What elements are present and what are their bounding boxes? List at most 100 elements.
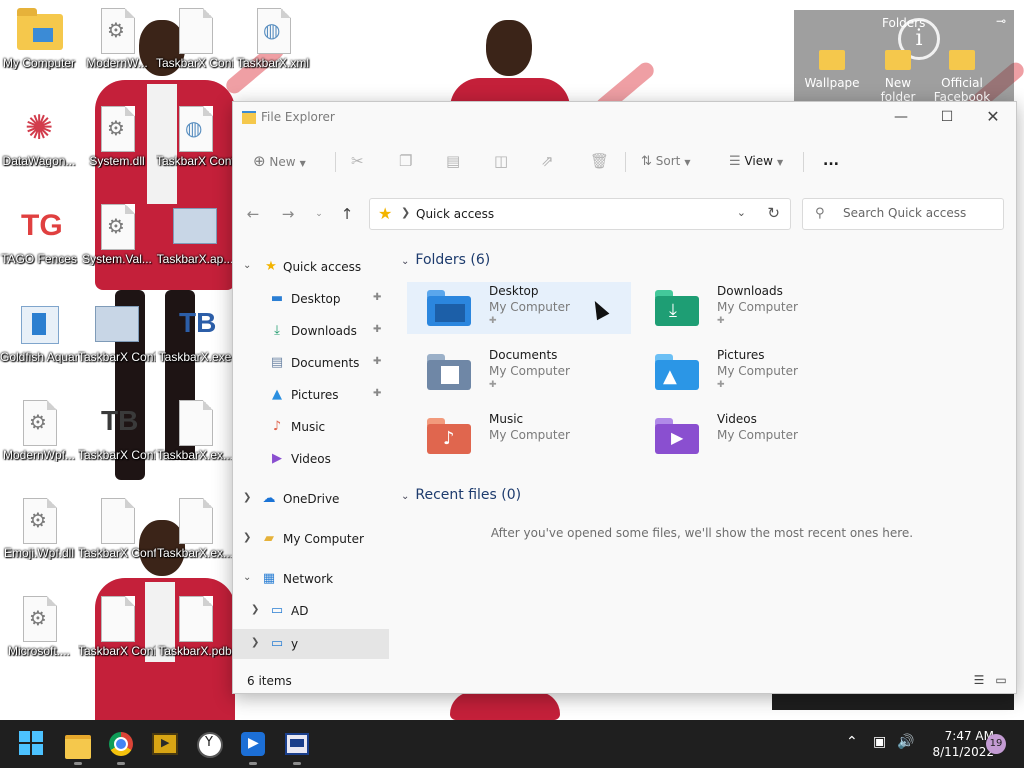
nav-item-network[interactable]: ⌄ ▦ Network (233, 564, 389, 594)
nav-item-desktop[interactable]: ▬ Desktop ✚ (233, 284, 389, 314)
nav-item-documents[interactable]: ▤ Documents ✚ (233, 348, 389, 378)
nav-item-quick-access[interactable]: ⌄ ★ Quick access (233, 252, 389, 282)
desktop-icon-goldfish[interactable]: Goldfish Aquarium 2.0 (0, 302, 78, 364)
desktop-icon-taskbarx-config-1[interactable]: TaskbarX Configurat... (156, 8, 234, 70)
wallpaper-figure (440, 20, 620, 118)
chevron-down-icon[interactable]: ⌄ (243, 260, 251, 271)
search-box[interactable]: ⚲ (802, 198, 1004, 230)
start-button[interactable] (18, 730, 46, 758)
desktop-icon-taskbarx-exe[interactable]: TB TaskbarX.exe (156, 302, 234, 365)
pin-icon[interactable]: ⊸ (996, 14, 1006, 28)
recent-files-section-header[interactable]: ⌄ Recent files (0) (401, 487, 521, 503)
close-button[interactable]: ✕ (970, 102, 1016, 132)
desktop-icon-label: DataWagon... (2, 154, 76, 168)
settings-file-icon: ⚙ (29, 606, 47, 630)
taskbar-clock-app[interactable]: Y (195, 730, 223, 758)
view-button[interactable]: ☰ View ▼ (729, 151, 783, 171)
clock-date: 8/11/2022 (932, 745, 994, 759)
folder-tile-pictures[interactable]: ▲ Pictures My Computer ✚ (635, 346, 859, 398)
nav-label: Network (283, 572, 334, 586)
recent-locations-chevron-icon[interactable]: ⌄ (309, 204, 329, 224)
taskbar-video-app[interactable]: ▶ (239, 730, 267, 765)
nav-item-ad[interactable]: ❯ ▭ AD (233, 596, 389, 626)
desktop-icon-modernwpf[interactable]: ⚙ ModernWpf... (0, 400, 78, 462)
system-clock[interactable]: 7:47 AM 8/11/2022 (918, 728, 994, 760)
taskbar-news-app[interactable] (283, 730, 311, 765)
nav-label: y (291, 637, 299, 651)
taskbar-file-explorer[interactable] (64, 730, 92, 765)
chevron-right-icon[interactable]: ❯ (251, 604, 259, 615)
folder-tile-documents[interactable]: Documents My Computer ✚ (407, 346, 631, 398)
clipboard-icon: ▤ (446, 152, 461, 170)
rename-button[interactable]: ◫ (494, 151, 508, 171)
desktop-icon-taskbarx-config-4[interactable]: TB TaskbarX Configurat... (78, 400, 156, 463)
desktop-icon-system-val[interactable]: ⚙ System.Val... (78, 204, 156, 266)
network-status-icon[interactable]: ▣ (873, 734, 886, 750)
minimize-button[interactable]: — (878, 102, 924, 132)
desktop-icon-emoji-wpf[interactable]: ⚙ Emoji.Wpf.dll (0, 498, 78, 560)
nav-item-downloads[interactable]: ⤓ Downloads ✚ (233, 316, 389, 346)
folder-tile-downloads[interactable]: ⤓ Downloads My Computer ✚ (635, 282, 859, 334)
address-bar[interactable]: ★ ❯ Quick access ⌄ ↻ (369, 198, 791, 230)
desktop-icon-label: TaskbarX.pdb (158, 644, 232, 658)
sort-button[interactable]: ⇅ Sort ▼ (641, 151, 691, 171)
tiles-view-icon[interactable]: ▭ (993, 672, 1009, 688)
desktop-icon-tago-fences[interactable]: TG TAGO Fences (0, 204, 78, 267)
share-button[interactable]: ⇗ (541, 151, 554, 171)
desktop-icon-system-dll[interactable]: ⚙ System.dll (78, 106, 156, 168)
folder-tile-music[interactable]: ♪ Music My Computer (407, 410, 631, 462)
chevron-down-icon[interactable]: ⌄ (737, 206, 746, 219)
up-arrow-icon[interactable]: ↑ (337, 204, 357, 224)
nav-item-my-computer[interactable]: ❯ ▰ My Computer (233, 524, 389, 554)
chevron-right-icon[interactable]: ❯ (243, 532, 251, 543)
cut-button[interactable]: ✂ (351, 151, 364, 171)
desktop-icon-label: TaskbarX Configurat... (78, 644, 156, 658)
widget-folder-item[interactable]: Wallpape (800, 50, 864, 90)
nav-item-y[interactable]: ❯ ▭ y (233, 629, 389, 659)
folder-tile-videos[interactable]: ▶ Videos My Computer (635, 410, 859, 462)
nav-item-pictures[interactable]: ▲ Pictures ✚ (233, 380, 389, 410)
desktop-icon-taskbarx-ap[interactable]: TaskbarX.ap... (156, 204, 234, 266)
desktop-icon-taskbarx-ex-2[interactable]: TaskbarX.ex... (156, 498, 234, 560)
desktop-icon-taskbarx-pdb[interactable]: TaskbarX.pdb (156, 596, 234, 658)
nav-item-music[interactable]: ♪ Music (233, 412, 389, 442)
delete-button[interactable]: 🗑 (590, 151, 609, 171)
taskbar-chrome[interactable] (107, 730, 135, 765)
music-folder-icon: ♪ (427, 416, 471, 454)
title-bar[interactable]: File Explorer — ☐ ✕ (233, 102, 1016, 132)
desktop-icon-taskbarx-xml[interactable]: ◍ TaskbarX.xml (234, 8, 312, 70)
desktop-icon-taskbarx-config-2[interactable]: ◍ TaskbarX Configurat... (156, 106, 234, 168)
folders-section-header[interactable]: ⌄ Folders (6) (401, 252, 490, 268)
copy-button[interactable]: ❐ (399, 151, 412, 171)
forward-arrow-icon[interactable]: → (278, 204, 298, 224)
search-input[interactable] (841, 205, 995, 221)
chevron-right-icon[interactable]: ❯ (243, 492, 251, 503)
maximize-button[interactable]: ☐ (924, 102, 970, 132)
paste-button[interactable]: ▤ (446, 151, 460, 171)
desktop-icon-taskbarx-config-3[interactable]: TaskbarX Configurat... (78, 302, 156, 364)
nav-item-onedrive[interactable]: ❯ ☁ OneDrive (233, 484, 389, 514)
chevron-down-icon[interactable]: ⌄ (243, 572, 251, 583)
pin-icon: ✚ (489, 380, 497, 390)
details-view-icon[interactable]: ☰ (971, 672, 987, 688)
taskbar-media-app[interactable]: ▶ (151, 730, 179, 758)
notification-badge[interactable]: 19 (986, 734, 1006, 754)
desktop-icon-modernw[interactable]: ⚙ ModernW... (78, 8, 156, 70)
refresh-icon[interactable]: ↻ (767, 204, 780, 222)
widget-folder-item[interactable]: Official Facebook (930, 50, 994, 102)
desktop-icon-taskbarx-config-5[interactable]: TaskbarX Configurat... (78, 498, 156, 560)
desktop-icon-microsoft[interactable]: ⚙ Microsoft.... (0, 596, 78, 658)
goldfish-icon (21, 306, 59, 344)
new-button[interactable]: ⊕ New ▼ (253, 151, 306, 171)
volume-icon[interactable]: 🔊 (897, 734, 914, 750)
desktop-icon-datawagon[interactable]: ✺ DataWagon... (0, 106, 78, 168)
desktop-icon-taskbarx-ex-1[interactable]: TaskbarX.ex... (156, 400, 234, 462)
chevron-up-icon[interactable]: ⌃ (846, 734, 858, 750)
back-arrow-icon[interactable]: ← (243, 204, 263, 224)
more-options-button[interactable]: ... (823, 151, 839, 171)
widget-folder-item[interactable]: New folder (866, 50, 930, 102)
desktop-icon-taskbarx-config-6[interactable]: TaskbarX Configurat... (78, 596, 156, 658)
desktop-icon-my-computer[interactable]: My Computer (0, 8, 78, 70)
chevron-right-icon[interactable]: ❯ (251, 637, 259, 648)
nav-item-videos[interactable]: ▶ Videos (233, 444, 389, 474)
